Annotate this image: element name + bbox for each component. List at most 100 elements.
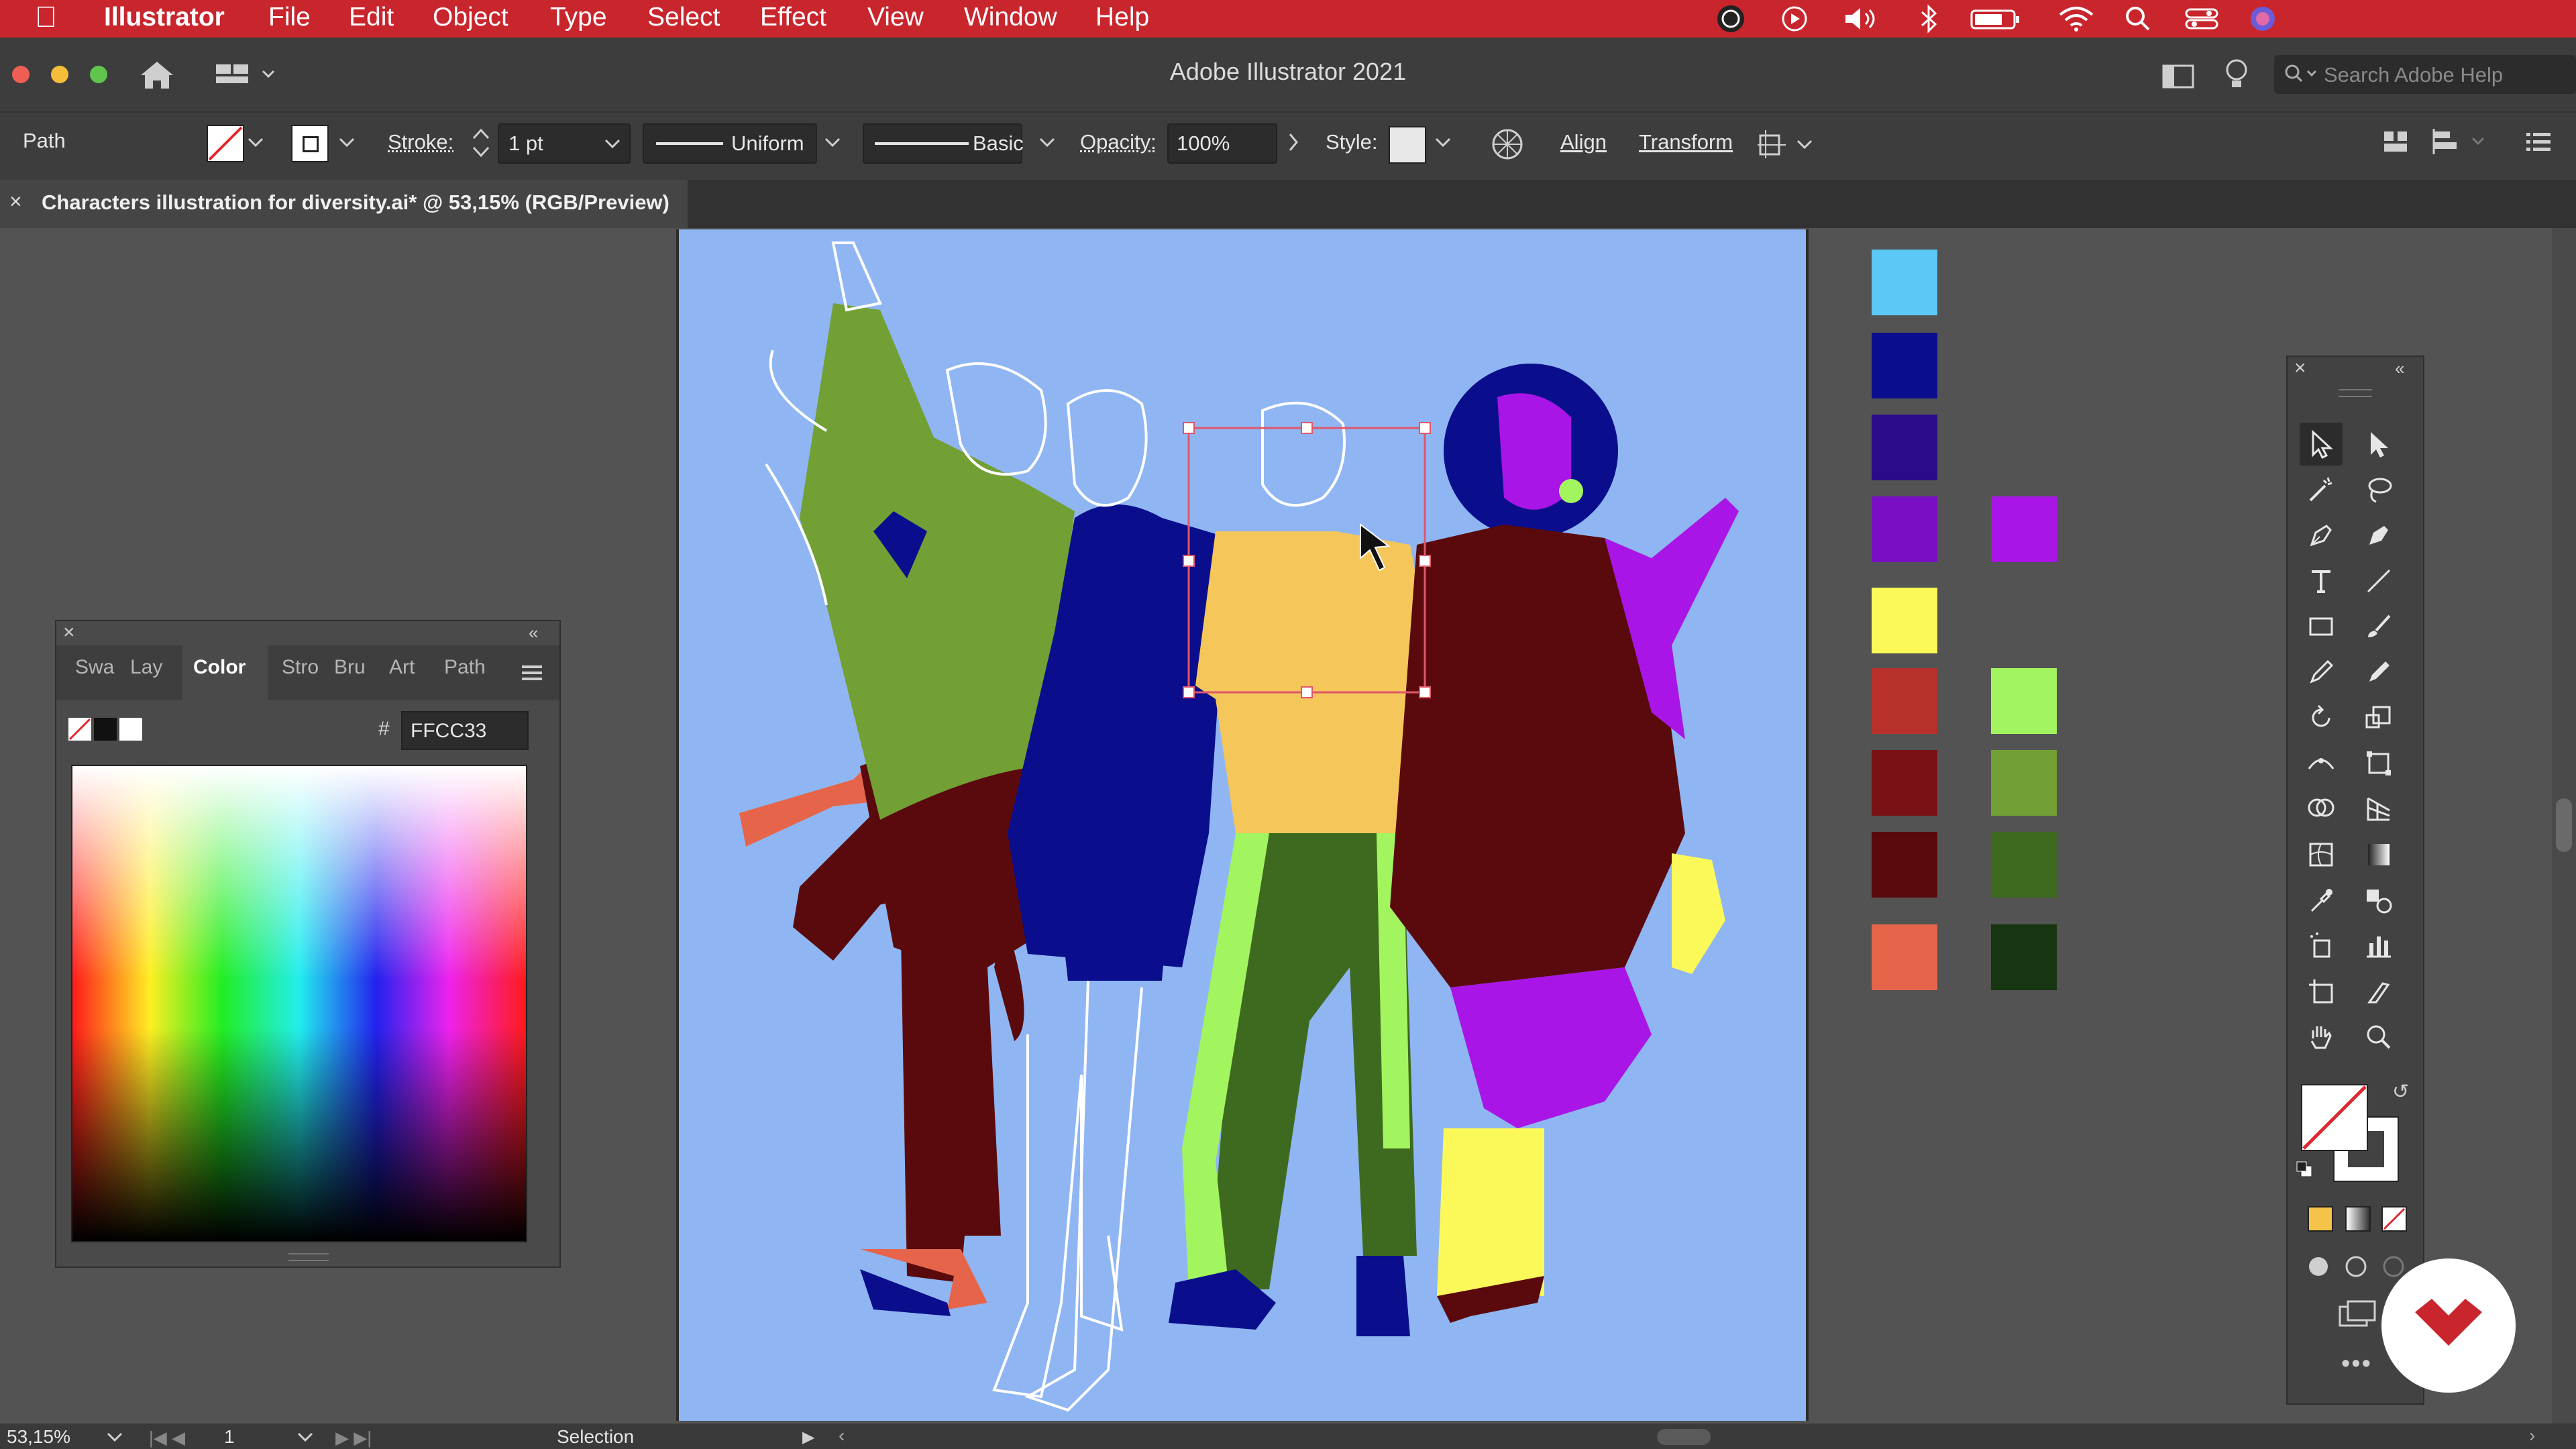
swatch-dark-green[interactable]	[1991, 924, 2057, 990]
collapse-panel-icon[interactable]: «	[529, 623, 538, 643]
fill-color-swatch[interactable]	[207, 125, 244, 162]
swatch-maroon[interactable]	[1872, 832, 1937, 898]
tab-color[interactable]: Color	[193, 656, 246, 679]
brush-dropdown-chevron-icon[interactable]	[1038, 136, 1056, 149]
tab-swatches[interactable]: Swa	[75, 656, 114, 679]
opacity-field[interactable]: 100%	[1167, 123, 1277, 164]
menu-select[interactable]: Select	[647, 0, 720, 38]
color-mode-button[interactable]	[2308, 1206, 2333, 1232]
stroke-label[interactable]: Stroke:	[388, 130, 453, 154]
artboard[interactable]	[676, 229, 1809, 1421]
collapse-tools-icon[interactable]: «	[2395, 358, 2404, 379]
none-mode-button[interactable]	[2381, 1206, 2407, 1232]
apple-icon[interactable]: 	[35, 0, 57, 38]
edit-toolbar-icon[interactable]: •••	[2341, 1350, 2372, 1379]
artboard-nav-first-prev-icon[interactable]: |◀ ◀	[149, 1428, 185, 1448]
close-panel-icon[interactable]: ×	[63, 621, 75, 644]
menu-help[interactable]: Help	[1095, 0, 1149, 38]
hex-input[interactable]: FFCC33	[401, 711, 529, 750]
type-tool[interactable]	[2300, 559, 2343, 602]
eyedropper-tool[interactable]	[2300, 879, 2343, 922]
direct-selection-tool[interactable]	[2357, 423, 2400, 466]
pen-tool[interactable]	[2300, 514, 2343, 557]
document-tab[interactable]: × Characters illustration for diversity.…	[0, 180, 688, 228]
column-graph-tool[interactable]	[2357, 924, 2400, 967]
paintbrush-tool[interactable]	[2357, 605, 2400, 648]
tab-stroke[interactable]: Stro	[282, 656, 319, 679]
tab-artboards[interactable]: Art	[389, 656, 415, 679]
wifi-icon[interactable]	[2056, 4, 2096, 34]
close-tab-icon[interactable]: ×	[9, 189, 22, 214]
artboard-nav-next-last-icon[interactable]: ▶ ▶|	[335, 1428, 372, 1448]
character-purple-dress[interactable]	[1390, 364, 1739, 1323]
swatch-red[interactable]	[1872, 668, 1937, 734]
rotate-tool[interactable]	[2300, 696, 2343, 739]
scroll-right-icon[interactable]: ›	[2529, 1425, 2535, 1446]
artboard-tool[interactable]	[2300, 970, 2343, 1013]
menu-type[interactable]: Type	[550, 0, 607, 38]
swatch-forest-green[interactable]	[1991, 832, 2057, 898]
swatch-purple[interactable]	[1991, 496, 2057, 562]
fill-indicator-front[interactable]	[2301, 1084, 2368, 1151]
swatch-yellow[interactable]	[1872, 588, 1937, 653]
bluetooth-icon[interactable]	[1915, 4, 1942, 34]
pencil-tool[interactable]	[2300, 651, 2343, 694]
menu-app-name[interactable]: Illustrator	[104, 0, 225, 38]
variable-width-profile-select[interactable]: Uniform	[643, 123, 817, 164]
menu-effect[interactable]: Effect	[760, 0, 826, 38]
scroll-left-icon[interactable]: ‹	[839, 1425, 845, 1446]
distribute-options-icon[interactable]	[2431, 127, 2491, 157]
obs-icon[interactable]	[1709, 4, 1752, 34]
vertical-scrollbar[interactable]	[2552, 228, 2576, 1424]
stroke-weight-field[interactable]: 1 pt	[498, 123, 631, 164]
opacity-label[interactable]: Opacity:	[1080, 130, 1157, 154]
artboard-number[interactable]: 1	[224, 1426, 284, 1448]
lasso-tool[interactable]	[2357, 468, 2400, 511]
tab-brushes[interactable]: Bru	[334, 656, 366, 679]
arrange-documents-icon[interactable]	[2161, 63, 2195, 90]
black-color-button[interactable]	[94, 718, 117, 741]
panel-resize-grip[interactable]	[288, 1253, 329, 1261]
style-dropdown-chevron-icon[interactable]	[1434, 136, 1452, 149]
screen-mode-icon[interactable]	[2336, 1297, 2379, 1331]
zoom-tool[interactable]	[2357, 1016, 2400, 1059]
swatch-indigo[interactable]	[1872, 415, 1937, 480]
status-menu-arrow-icon[interactable]: ▶	[802, 1428, 814, 1447]
artboard-dropdown-chevron-icon[interactable]	[297, 1430, 314, 1444]
stroke-color-swatch[interactable]	[291, 125, 329, 162]
battery-icon[interactable]	[1969, 4, 2023, 34]
horizontal-scroll-thumb[interactable]	[1657, 1429, 1711, 1445]
recolor-artwork-icon[interactable]	[1491, 127, 1524, 161]
workspace-switcher-icon[interactable]	[215, 62, 282, 89]
eyedropper-alt-tool[interactable]	[2357, 651, 2400, 694]
swatch-lime[interactable]	[1991, 668, 2057, 734]
vertical-scroll-thumb[interactable]	[2556, 798, 2572, 852]
artwork-illustration[interactable]	[679, 229, 1806, 1421]
menu-edit[interactable]: Edit	[349, 0, 394, 38]
menu-object[interactable]: Object	[433, 0, 508, 38]
stroke-weight-stepper-icon[interactable]	[470, 123, 492, 162]
default-fill-stroke-icon[interactable]	[2296, 1161, 2313, 1178]
discover-lightbulb-icon[interactable]	[2222, 58, 2251, 93]
profile-dropdown-chevron-icon[interactable]	[824, 136, 841, 149]
menu-window[interactable]: Window	[964, 0, 1057, 38]
minimize-window-button[interactable]	[51, 66, 68, 83]
tab-layers[interactable]: Lay	[130, 656, 162, 679]
tab-pathfinder[interactable]: Path	[444, 656, 486, 679]
tools-grip[interactable]	[2339, 389, 2372, 397]
fill-dropdown-chevron-icon[interactable]	[247, 136, 264, 149]
swatch-light-blue[interactable]	[1872, 250, 1937, 315]
brush-definition-select[interactable]: Basic	[863, 123, 1024, 164]
close-window-button[interactable]	[12, 66, 30, 83]
curvature-tool[interactable]	[2357, 514, 2400, 557]
spotlight-search-icon[interactable]	[2123, 4, 2153, 34]
panel-menu-list-icon[interactable]	[2524, 129, 2553, 156]
align-link[interactable]: Align	[1560, 130, 1607, 154]
swatch-violet[interactable]	[1872, 496, 1937, 562]
zoom-dropdown-chevron-icon[interactable]	[106, 1430, 123, 1444]
swatch-coral[interactable]	[1872, 924, 1937, 990]
shape-builder-tool[interactable]	[2300, 788, 2343, 830]
control-center-icon[interactable]	[2184, 4, 2220, 34]
graphic-style-swatch[interactable]	[1389, 126, 1426, 164]
rectangle-tool[interactable]	[2300, 605, 2343, 648]
